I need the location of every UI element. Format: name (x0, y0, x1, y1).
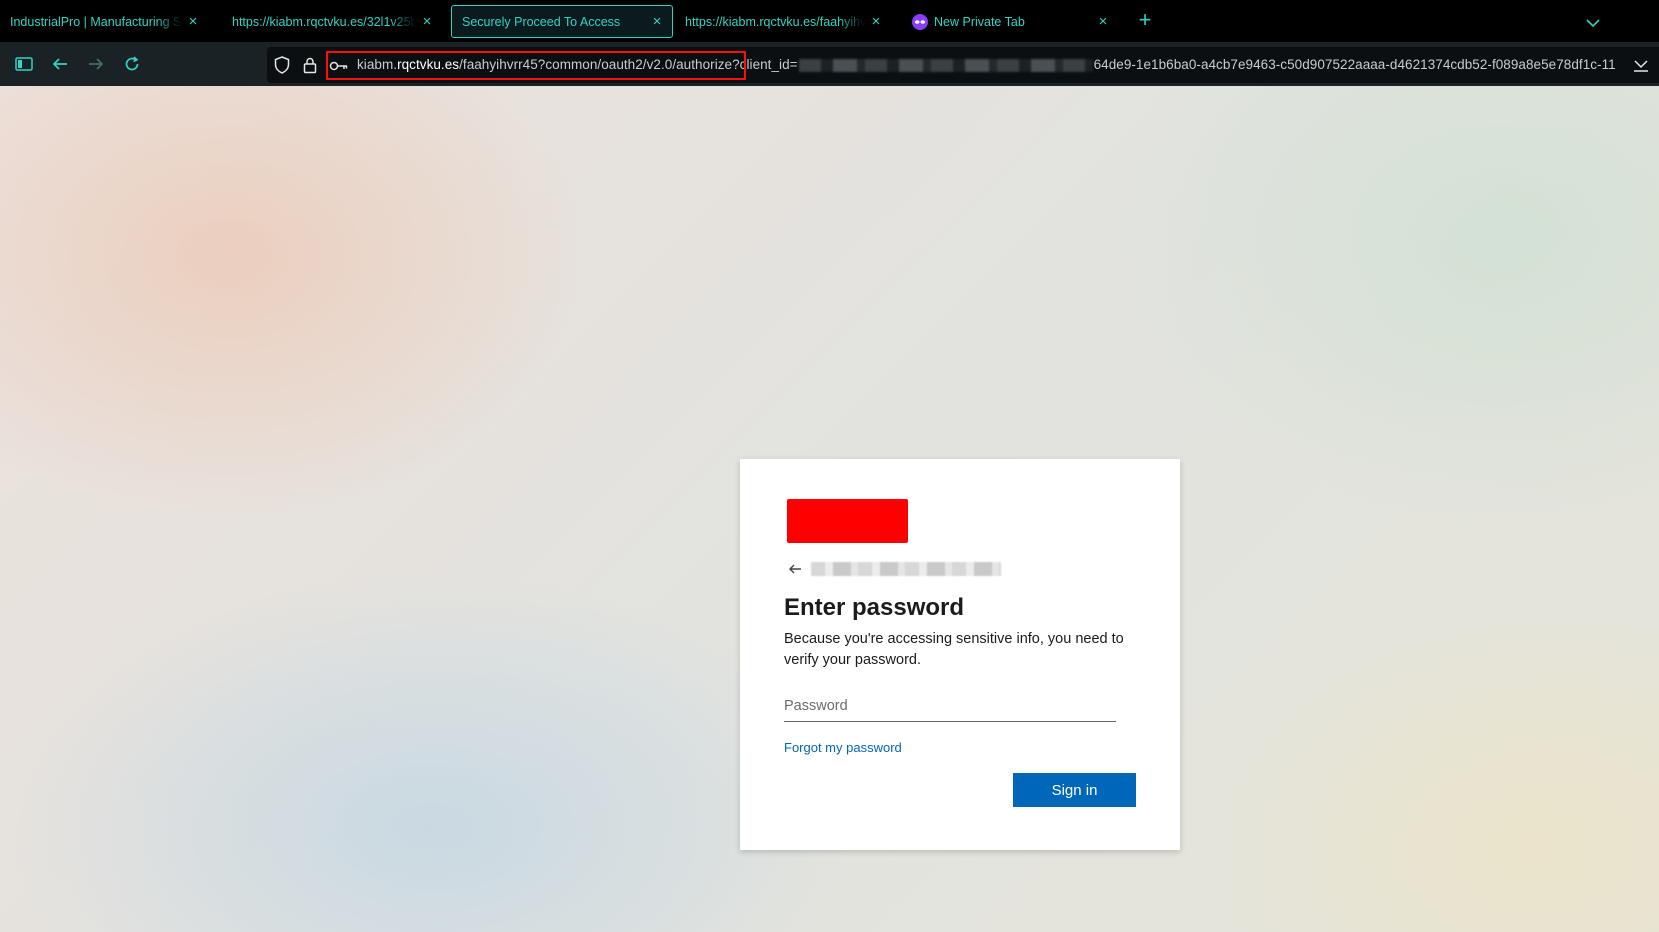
arrow-left-icon[interactable] (48, 52, 72, 76)
page-title: Enter password (784, 594, 965, 621)
password-field[interactable] (784, 691, 1116, 722)
close-tab-icon[interactable]: × (186, 13, 200, 30)
description-text: Because you're accessing sensitive info,… (784, 631, 1124, 668)
url-query-start: client_id= (739, 57, 798, 72)
tab-title: IndustrialPro | Manufacturing Soluti (10, 14, 182, 29)
login-card: Enter password Because you're accessing … (740, 459, 1180, 850)
page-background: Enter password Because you're accessing … (0, 86, 1659, 932)
close-tab-icon[interactable]: × (869, 13, 883, 30)
redacted-logo (787, 499, 908, 543)
sidebar-icon[interactable] (12, 52, 36, 76)
tab-kiabm-1[interactable]: https://kiabm.rqctvku.es/32l1v25bx × (222, 5, 442, 38)
url-query-end: 64de9-1e1b6ba0-a4cb7e9463-c50d907522aaaa… (1093, 57, 1616, 72)
identity-row (787, 560, 1001, 578)
arrow-left-icon[interactable] (787, 561, 803, 577)
tab-industrialpro[interactable]: IndustrialPro | Manufacturing Soluti × (0, 5, 208, 38)
chevron-down-icon[interactable] (1582, 12, 1604, 34)
new-tab-button[interactable]: + (1134, 9, 1156, 32)
redacted-client-id (798, 58, 1093, 72)
forgot-password-link[interactable]: Forgot my password (784, 740, 902, 755)
close-tab-icon[interactable]: × (650, 13, 664, 30)
tab-strip: IndustrialPro | Manufacturing Soluti × h… (0, 0, 1659, 42)
tab-title: https://kiabm.rqctvku.es/32l1v25bx (232, 14, 416, 29)
tab-title: https://kiabm.rqctvku.es/faahyihvrr4 (685, 14, 865, 29)
redacted-identity (811, 562, 1001, 576)
shield-icon[interactable] (273, 56, 291, 74)
sign-in-button[interactable]: Sign in (1013, 773, 1136, 807)
download-icon[interactable] (1632, 56, 1650, 74)
url-highlight-box (326, 51, 746, 80)
lock-icon[interactable] (301, 56, 319, 74)
tab-securely-proceed[interactable]: Securely Proceed To Access × (451, 5, 673, 38)
private-mask-icon (912, 13, 928, 30)
close-tab-icon[interactable]: × (1096, 13, 1110, 30)
tab-title: Securely Proceed To Access (462, 14, 621, 29)
close-tab-icon[interactable]: × (420, 13, 434, 30)
arrow-right-icon[interactable] (84, 52, 108, 76)
tab-title: New Private Tab (934, 14, 1025, 29)
reload-icon[interactable] (120, 52, 144, 76)
tab-new-private[interactable]: New Private Tab × (902, 5, 1118, 38)
tab-kiabm-2[interactable]: https://kiabm.rqctvku.es/faahyihvrr4 × (675, 5, 891, 38)
